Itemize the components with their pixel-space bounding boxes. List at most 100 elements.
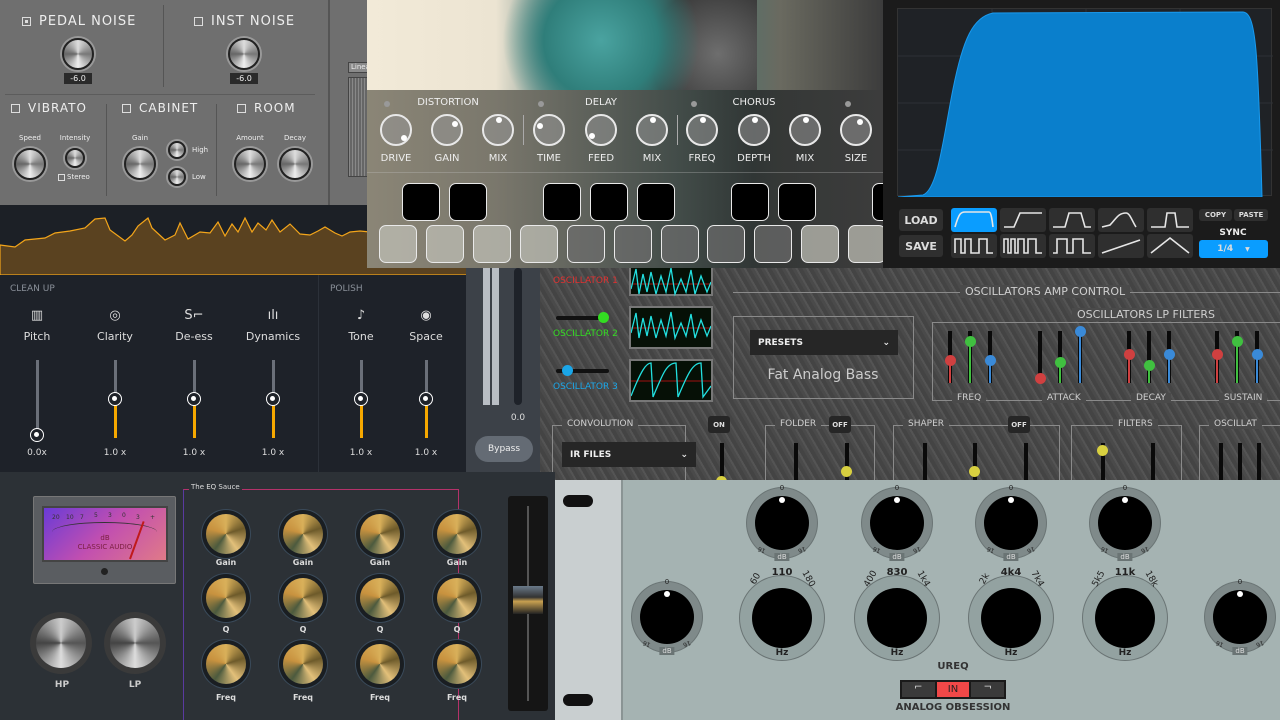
intensity-knob[interactable] [65, 148, 85, 168]
eq-freq-knob[interactable] [437, 644, 477, 684]
vibrato-toggle[interactable]: VIBRATO [11, 101, 87, 115]
slider-knob[interactable] [562, 365, 573, 376]
slider-handle-de-ess[interactable] [187, 392, 201, 406]
fx-knob-time[interactable] [533, 114, 565, 146]
lfo-shape-ramp-up-hold[interactable] [1000, 208, 1046, 232]
lfo-shape-saw-ramp[interactable] [1098, 234, 1144, 258]
module-slider[interactable] [1024, 443, 1028, 480]
module-slider-handle[interactable] [841, 466, 852, 477]
module-slider-handle[interactable] [969, 466, 980, 477]
fx-knob-feed[interactable] [585, 114, 617, 146]
eq-freq-knob[interactable] [206, 644, 246, 684]
band-4-gain-knob[interactable] [1098, 496, 1152, 550]
eq-freq-knob[interactable] [283, 644, 323, 684]
sequencer-step-on[interactable] [402, 183, 440, 221]
lfo-shape-soft-attack[interactable] [1098, 208, 1144, 232]
eq-gain-knob[interactable] [206, 514, 246, 554]
slider-handle-tone[interactable] [354, 392, 368, 406]
band-4-freq-knob[interactable] [1095, 588, 1155, 648]
sequencer-step[interactable] [661, 225, 699, 263]
inst-noise-toggle[interactable]: INST NOISE [194, 14, 295, 29]
sequencer-step[interactable] [848, 225, 883, 263]
output-fader[interactable] [508, 496, 548, 711]
slider-track[interactable] [36, 360, 39, 438]
band-1-gain-knob[interactable] [755, 496, 809, 550]
sequencer-step-on[interactable] [637, 183, 675, 221]
fx-knob-freq[interactable] [686, 114, 718, 146]
lfo-shape-smooth-plateau[interactable] [951, 208, 997, 232]
room-amount-knob[interactable] [234, 148, 266, 180]
slider-handle-clarity[interactable] [108, 392, 122, 406]
lfo-shape-square[interactable] [1049, 234, 1095, 258]
sequencer-step[interactable] [426, 225, 464, 263]
output-gain-knob[interactable] [1213, 590, 1267, 644]
room-decay-knob[interactable] [279, 148, 311, 180]
eq-q-knob[interactable] [437, 578, 477, 618]
filter-slider-handle[interactable] [1144, 359, 1155, 371]
module-slider[interactable] [1257, 443, 1261, 480]
eq-gain-knob[interactable] [437, 514, 477, 554]
module-slider[interactable] [1219, 443, 1223, 480]
save-button[interactable]: SAVE [899, 235, 943, 257]
sequencer-step[interactable] [379, 225, 417, 263]
band-3-gain-knob[interactable] [984, 496, 1038, 550]
slider-knob[interactable] [598, 312, 609, 323]
filter-slider-handle[interactable] [1035, 372, 1046, 384]
inst-noise-knob[interactable] [228, 38, 260, 70]
cabinet-toggle[interactable]: CABINET [122, 101, 198, 115]
pedal-noise-toggle[interactable]: PEDAL NOISE [22, 14, 136, 29]
band-2-gain-knob[interactable] [870, 496, 924, 550]
sequencer-step-on[interactable] [543, 183, 581, 221]
module-toggle-on[interactable]: ON [708, 416, 730, 433]
band-2-freq-knob[interactable] [867, 588, 927, 648]
bypass-button[interactable]: Bypass [475, 436, 533, 462]
filter-slider-handle[interactable] [1075, 326, 1086, 337]
module-slider[interactable] [794, 443, 798, 480]
eq-freq-knob[interactable] [360, 644, 400, 684]
speed-knob[interactable] [14, 148, 46, 180]
module-toggle-off[interactable]: OFF [829, 416, 851, 433]
sequencer-step-on[interactable] [590, 183, 628, 221]
paste-button[interactable]: PASTE [1234, 209, 1268, 221]
lfo-shape-pulse[interactable] [1147, 208, 1193, 232]
output-fader[interactable] [514, 268, 522, 405]
module-toggle-off[interactable]: OFF [1008, 416, 1030, 433]
slider-handle-space[interactable] [419, 392, 433, 406]
high-shelf-button[interactable]: ¬ [971, 682, 1005, 697]
fader-cap[interactable] [513, 586, 543, 614]
sequencer-step[interactable] [801, 225, 839, 263]
sequencer-step[interactable] [707, 225, 745, 263]
lfo-shape-pulse-train[interactable] [1000, 234, 1046, 258]
module-slider[interactable] [1151, 443, 1155, 480]
in-switch[interactable]: ⌐ IN ¬ [900, 680, 1006, 699]
load-button[interactable]: LOAD [899, 209, 943, 231]
sequencer-step[interactable] [614, 225, 652, 263]
slider-handle-dynamics[interactable] [266, 392, 280, 406]
sequencer-step-on[interactable] [449, 183, 487, 221]
eq-gain-knob[interactable] [283, 514, 323, 554]
sequencer-step-on[interactable] [778, 183, 816, 221]
mode-dropdown[interactable]: Linea [348, 62, 367, 73]
band-1-freq-knob[interactable] [752, 588, 812, 648]
fx-knob-depth[interactable] [738, 114, 770, 146]
cabinet-high-knob[interactable] [168, 141, 186, 159]
fx-knob-size[interactable] [840, 114, 872, 146]
ir-files-dropdown[interactable]: IR FILES ⌄ [562, 442, 696, 467]
in-button[interactable]: IN [936, 682, 970, 697]
low-shelf-button[interactable]: ⌐ [902, 682, 935, 697]
module-slider-handle[interactable] [1097, 445, 1108, 456]
presets-dropdown[interactable]: PRESETS ⌄ [750, 330, 898, 355]
fx-knob-drive[interactable] [380, 114, 412, 146]
module-slider[interactable] [1238, 443, 1242, 480]
fx-knob-mix[interactable] [789, 114, 821, 146]
lfo-shape-trapezoid[interactable] [1049, 208, 1095, 232]
input-gain-knob[interactable] [640, 590, 694, 644]
eq-q-knob[interactable] [283, 578, 323, 618]
room-toggle[interactable]: ROOM [237, 101, 296, 115]
sequencer-step[interactable] [473, 225, 511, 263]
module-slider[interactable] [923, 443, 927, 480]
filter-slider-handle[interactable] [985, 354, 996, 366]
fx-knob-gain[interactable] [431, 114, 463, 146]
filter-slider-handle[interactable] [945, 354, 956, 366]
cabinet-gain-knob[interactable] [124, 148, 156, 180]
